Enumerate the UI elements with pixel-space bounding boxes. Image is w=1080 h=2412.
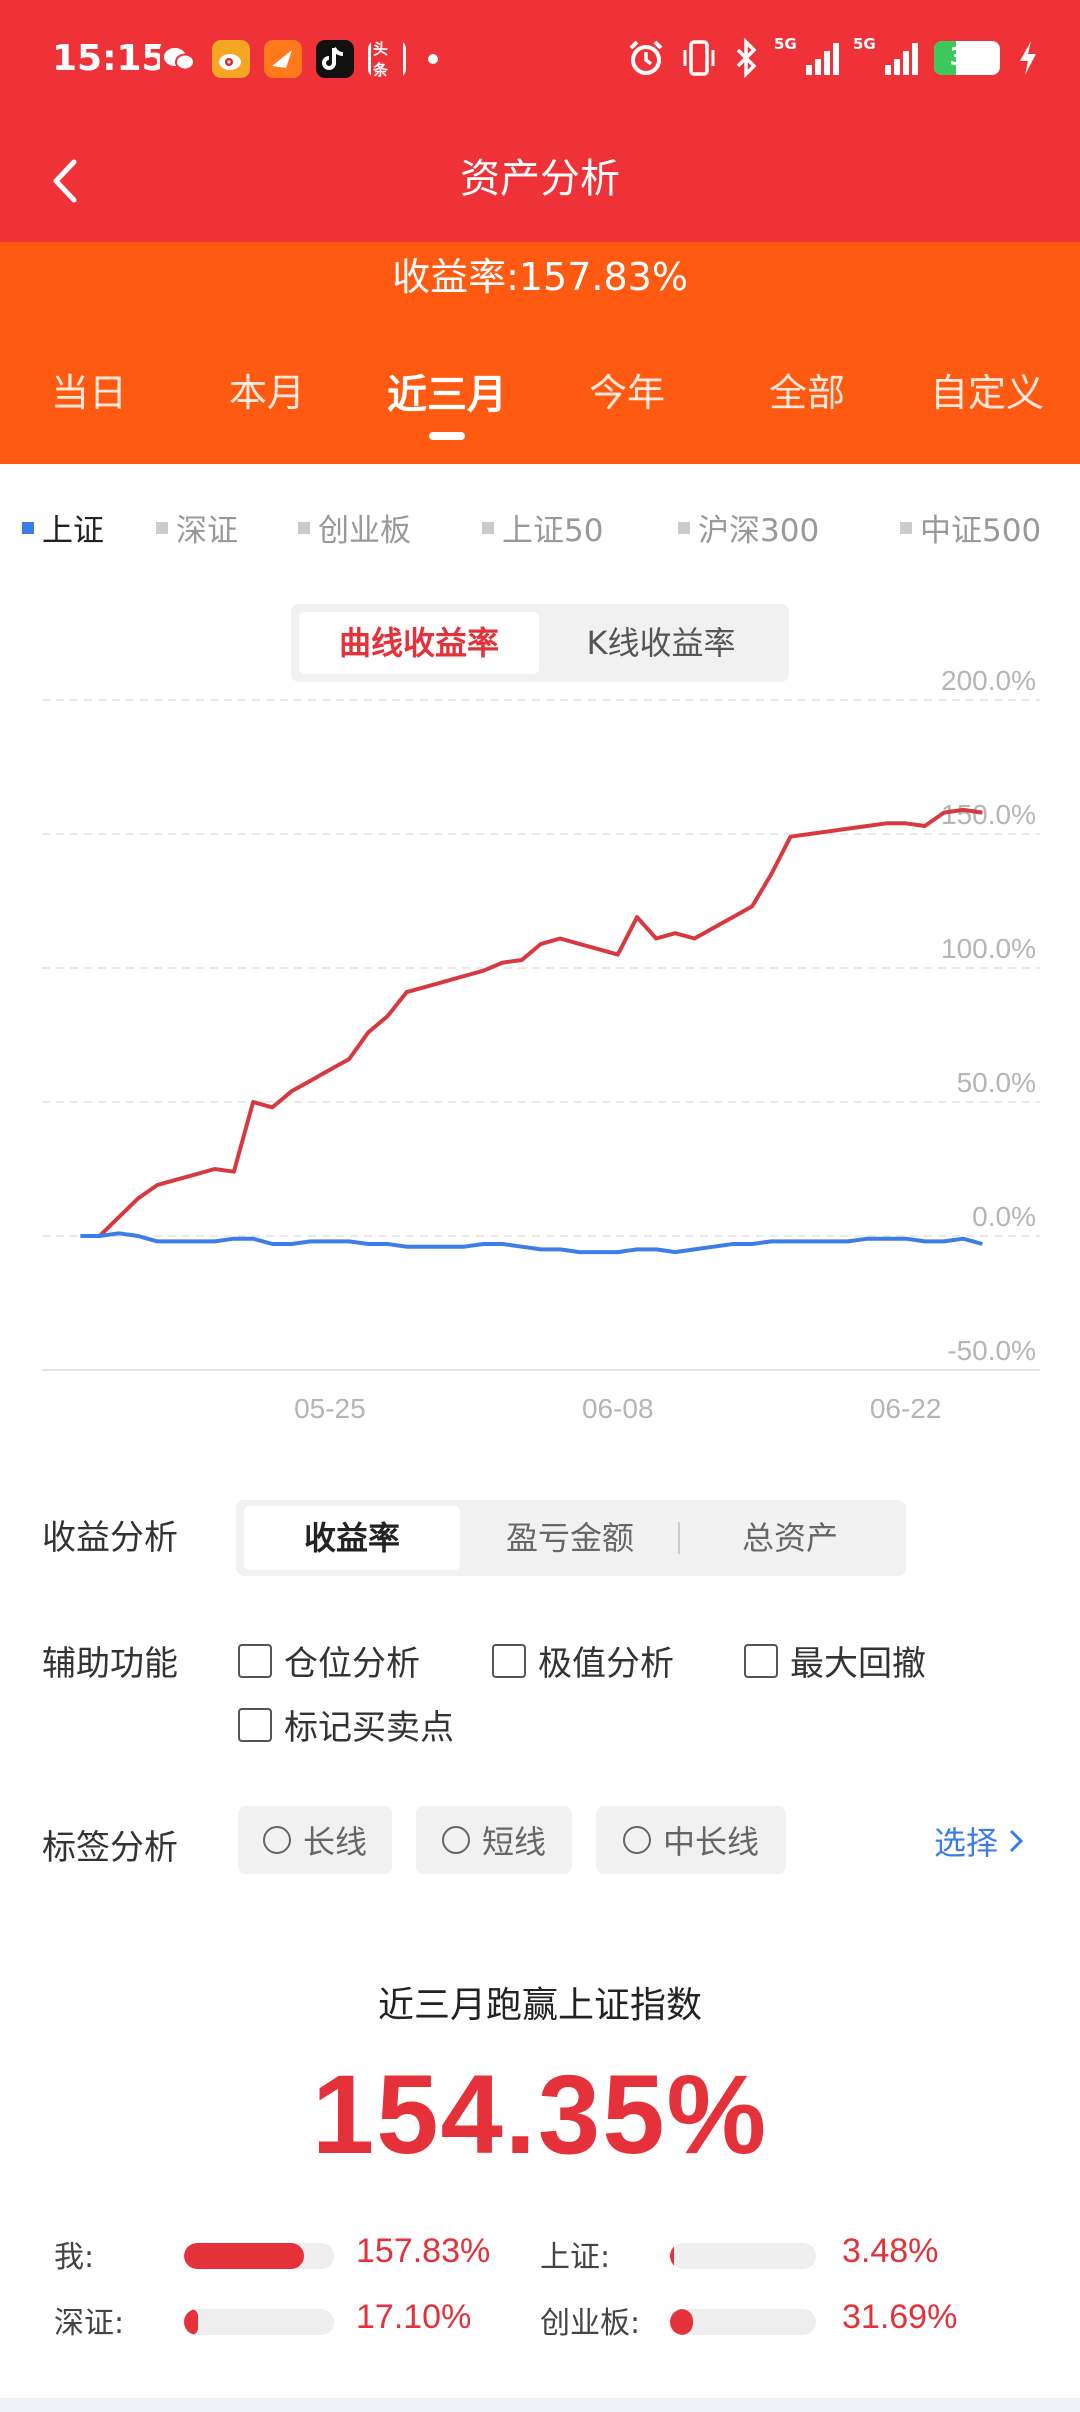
tab-this-month[interactable]: 本月: [182, 362, 352, 417]
y-tick-label: 0.0%: [972, 1201, 1036, 1232]
legend-marker: [22, 521, 34, 534]
compare-gem: 创业板: 31.69%: [540, 2298, 958, 2341]
system-icons: 5G 5G 34: [626, 35, 1040, 78]
aux-trade-points-checkbox[interactable]: 标记买卖点: [238, 1700, 454, 1749]
aux-position-checkbox[interactable]: 仓位分析: [238, 1636, 420, 1685]
nav-bar: 资产分析: [0, 124, 1080, 242]
bottom-strip: [0, 2398, 1080, 2412]
bluetooth-icon: [736, 38, 757, 78]
wechat-app-icon: [160, 40, 198, 78]
tab-custom[interactable]: 自定义: [902, 362, 1072, 417]
aux-drawdown-checkbox[interactable]: 最大回撤: [744, 1636, 926, 1685]
more-dot-icon: [428, 54, 438, 64]
tab-three-months[interactable]: 近三月: [362, 362, 532, 440]
compare-bar: [184, 2309, 198, 2335]
compare-sh: 上证: 3.48%: [540, 2232, 939, 2275]
analysis-option-pnl[interactable]: 盈亏金额: [462, 1506, 678, 1570]
battery-level: 34: [949, 42, 985, 71]
analysis-label: 收益分析: [42, 1518, 178, 1558]
curve-return-option[interactable]: 曲线收益率: [299, 612, 539, 674]
weibo-app-icon: [212, 40, 250, 78]
notification-icons: 头条: [160, 37, 438, 81]
legend-marker: [900, 521, 912, 534]
legend-marker: [678, 521, 690, 534]
tags-label: 标签分析: [42, 1828, 178, 1868]
compare-track: [670, 2243, 816, 2269]
compare-track: [184, 2243, 334, 2269]
index-sh[interactable]: 上证: [22, 505, 104, 550]
tab-today[interactable]: 当日: [4, 362, 174, 417]
beat-title: 近三月跑赢上证指数: [377, 1985, 702, 2026]
return-rate: 收益率:157.83%: [392, 255, 688, 299]
y-tick-label: 100.0%: [941, 933, 1036, 964]
index-hs300[interactable]: 沪深300: [678, 505, 819, 550]
signal-5g-icon-2: 5G: [853, 35, 918, 75]
x-tick-label: 06-08: [582, 1393, 654, 1424]
period-tabs: 当日 本月 近三月 今年 全部 自定义: [0, 362, 1080, 442]
tag-mid-long[interactable]: 中长线: [596, 1806, 786, 1874]
checkbox-box: [492, 1643, 526, 1678]
analysis-option-assets[interactable]: 总资产: [682, 1506, 898, 1570]
compare-bar: [670, 2243, 674, 2269]
index-gem[interactable]: 创业板: [298, 505, 411, 550]
page-title: 资产分析: [460, 156, 620, 202]
battery-icon: 34: [934, 41, 1000, 75]
checkbox-box: [744, 1643, 778, 1678]
charging-icon: [1020, 41, 1036, 75]
index-zz500[interactable]: 中证500: [900, 505, 1041, 550]
compare-track: [670, 2309, 816, 2335]
compare-bar: [184, 2243, 304, 2269]
index-legend: 上证 深证 创业板 上证50 沪深300 中证500: [0, 505, 1080, 555]
y-tick-label: 50.0%: [957, 1067, 1036, 1098]
vibrate-icon: [683, 40, 715, 76]
toutiao-app-icon: 头条: [368, 37, 406, 81]
compare-track: [184, 2309, 334, 2335]
portfolio-return-line: [80, 807, 983, 1238]
legend-marker: [482, 521, 494, 534]
y-tick-label: -50.0%: [947, 1335, 1036, 1366]
index-sz50[interactable]: 上证50: [482, 505, 603, 550]
compare-sz: 深证: 17.10%: [54, 2298, 472, 2341]
status-time: 15:15: [52, 38, 167, 79]
segment-divider: [678, 1522, 680, 1554]
alarm-icon: [629, 40, 663, 75]
beat-value: 154.35%: [311, 2052, 769, 2177]
aux-extreme-checkbox[interactable]: 极值分析: [492, 1636, 674, 1685]
compare-me: 我: 157.83%: [54, 2232, 491, 2275]
radio-icon: [441, 1826, 470, 1854]
analysis-segment: 收益率 盈亏金额 总资产: [236, 1500, 906, 1576]
tag-short[interactable]: 短线: [416, 1806, 572, 1874]
x-tick-label: 06-22: [870, 1393, 942, 1424]
signal-5g-icon-1: 5G: [774, 35, 839, 75]
douyin-app-icon: [316, 40, 354, 78]
tab-this-year[interactable]: 今年: [542, 362, 712, 417]
index-sz[interactable]: 深证: [156, 505, 238, 550]
y-tick-label: 200.0%: [941, 670, 1036, 696]
feishu-app-icon: [264, 40, 302, 78]
status-bar: 15:15 头条 5G 5G 34: [0, 0, 1080, 124]
tab-all[interactable]: 全部: [722, 362, 892, 417]
analysis-option-rate[interactable]: 收益率: [244, 1506, 460, 1570]
select-link[interactable]: 选择: [934, 1818, 1026, 1864]
checkbox-box: [238, 1643, 272, 1678]
kline-return-option[interactable]: K线收益率: [541, 612, 781, 674]
chevron-right-icon: [1009, 1829, 1024, 1853]
return-header: 收益率:157.83% 当日 本月 近三月 今年 全部 自定义: [0, 242, 1080, 464]
y-tick-label: 150.0%: [941, 799, 1036, 830]
compare-bar: [670, 2309, 694, 2335]
return-chart: 200.0% 150.0% 100.0% 50.0% 0.0% -50.0% 05-25 06…: [42, 670, 1040, 1424]
aux-label: 辅助功能: [42, 1644, 178, 1684]
radio-icon: [622, 1826, 651, 1854]
checkbox-box: [238, 1707, 272, 1742]
radio-icon: [262, 1826, 291, 1854]
legend-marker: [156, 521, 168, 534]
x-tick-label: 05-25: [294, 1393, 366, 1424]
tag-long[interactable]: 长线: [238, 1806, 392, 1874]
legend-marker: [298, 521, 310, 534]
